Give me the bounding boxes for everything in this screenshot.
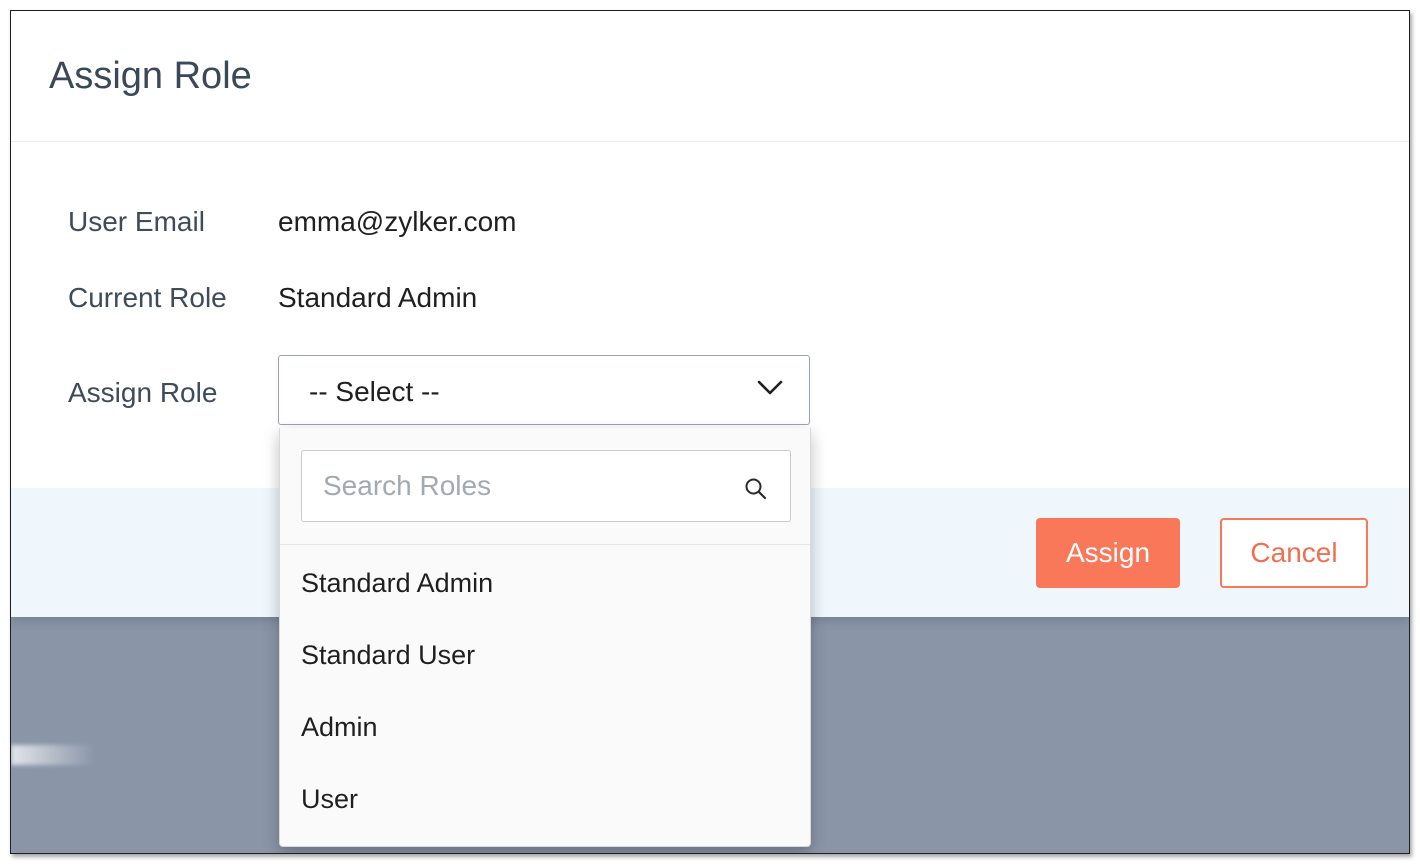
user-email-label: User Email <box>68 206 205 237</box>
current-role-label: Current Role <box>68 282 227 313</box>
dialog-header: Assign Role <box>11 11 1409 142</box>
role-option-user[interactable]: User <box>280 763 810 835</box>
dropdown-divider <box>280 544 810 545</box>
assign-button[interactable]: Assign <box>1036 518 1180 588</box>
search-roles-input[interactable] <box>302 451 722 521</box>
search-box <box>301 450 791 522</box>
role-option-standard-admin[interactable]: Standard Admin <box>280 547 810 619</box>
search-icon[interactable] <box>744 477 768 501</box>
user-email-value: emma@zylker.com <box>278 206 517 237</box>
role-option-standard-user[interactable]: Standard User <box>280 619 810 691</box>
role-option-admin[interactable]: Admin <box>280 691 810 763</box>
app-window: Assign Role User Email emma@zylker.com C… <box>10 10 1410 854</box>
assign-role-label: Assign Role <box>68 377 218 408</box>
blurred-background-text <box>11 745 95 765</box>
chevron-down-icon <box>757 380 783 395</box>
assign-role-select[interactable]: -- Select -- <box>278 355 810 425</box>
role-dropdown-menu: Standard Admin Standard User Admin User <box>279 428 811 847</box>
current-role-value: Standard Admin <box>278 282 478 313</box>
dialog-title: Assign Role <box>49 55 252 97</box>
cancel-button[interactable]: Cancel <box>1220 518 1368 588</box>
select-value: -- Select -- <box>309 376 440 407</box>
